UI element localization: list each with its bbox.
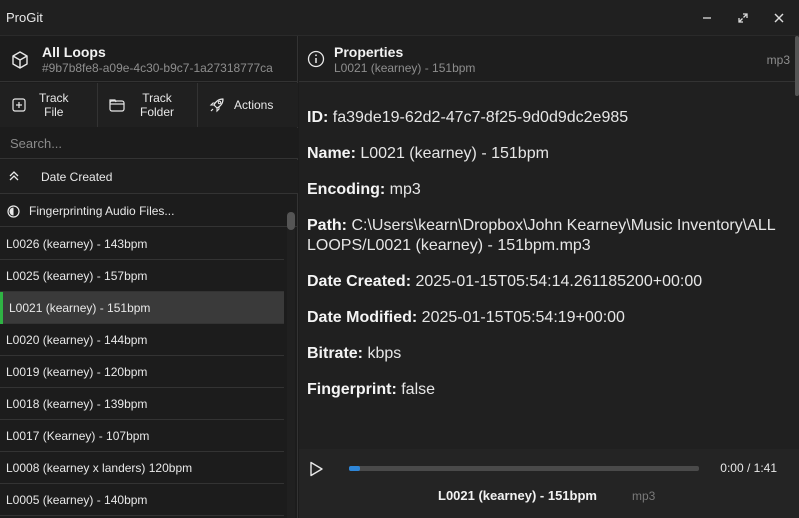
property-value: false xyxy=(401,381,436,398)
property-value: L0021 (kearney) - 151bpm xyxy=(360,145,549,162)
property-label: Fingerprint: xyxy=(307,381,397,398)
file-list: L0026 (kearney) - 143bpm L0025 (kearney)… xyxy=(0,228,284,518)
library-id: #9b7b8fe8-a09e-4c30-b9c7-1a27318777ca xyxy=(42,61,273,75)
property-label: Path: xyxy=(307,217,347,234)
file-name: L0018 (kearney) - 139bpm xyxy=(6,397,148,411)
property-value: fa39de19-62d2-47c7-8f25-9d0d9dc2e985 xyxy=(332,109,629,126)
properties-list: ID: fa39de19-62d2-47c7-8f25-9d0d9dc2e985… xyxy=(307,108,787,416)
properties-header: Properties L0021 (kearney) - 151bpm mp3 xyxy=(299,36,799,82)
scroll-track xyxy=(287,212,295,518)
file-name: L0017 (Kearney) - 107bpm xyxy=(6,429,150,443)
file-name: L0005 (kearney) - 140bpm xyxy=(6,493,148,507)
list-item[interactable]: L0017 (Kearney) - 107bpm xyxy=(0,420,284,452)
list-item[interactable]: L0020 (kearney) - 144bpm xyxy=(0,324,284,356)
add-file-icon xyxy=(11,97,27,113)
now-playing-title: L0021 (kearney) - 151bpm xyxy=(438,488,597,503)
track-file-label: Track File xyxy=(39,91,69,119)
title-bar: ProGit xyxy=(0,0,799,36)
search-input[interactable] xyxy=(0,128,298,158)
list-item[interactable]: L0026 (kearney) - 143bpm xyxy=(0,228,284,260)
app-title: ProGit xyxy=(6,10,43,25)
property-label: Bitrate: xyxy=(307,345,364,362)
list-item[interactable]: L0005 (kearney) - 140bpm xyxy=(0,484,284,516)
file-name: L0008 (kearney x landers) 120bpm xyxy=(6,461,193,475)
property-value: 2025-01-15T05:54:19+00:00 xyxy=(421,309,625,326)
property-value: kbps xyxy=(367,345,402,362)
property-id: ID: fa39de19-62d2-47c7-8f25-9d0d9dc2e985 xyxy=(307,108,787,128)
audio-player: 0:00 / 1:41 L0021 (kearney) - 151bpm mp3 xyxy=(299,449,799,518)
list-item[interactable]: L0018 (kearney) - 139bpm xyxy=(0,388,284,420)
maximize-icon xyxy=(738,13,748,23)
property-value: 2025-01-15T05:54:14.261185200+00:00 xyxy=(415,273,703,290)
property-path: Path: C:\Users\kearn\Dropbox\John Kearne… xyxy=(307,216,787,256)
folder-icon xyxy=(109,97,125,113)
library-header: All Loops #9b7b8fe8-a09e-4c30-b9c7-1a273… xyxy=(0,36,298,82)
library-toolbar: Track File Track Folder Actions xyxy=(0,83,298,127)
property-encoding: Encoding: mp3 xyxy=(307,180,787,200)
property-bitrate: Bitrate: kbps xyxy=(307,344,787,364)
actions-button[interactable]: Actions xyxy=(198,83,298,127)
fingerprint-status: Fingerprinting Audio Files... xyxy=(0,196,298,227)
close-icon xyxy=(774,13,784,23)
list-item-selected[interactable]: L0021 (kearney) - 151bpm xyxy=(0,292,284,324)
list-item[interactable]: L0025 (kearney) - 157bpm xyxy=(0,260,284,292)
list-item[interactable]: L0019 (kearney) - 120bpm xyxy=(0,356,284,388)
property-date-modified: Date Modified: 2025-01-15T05:54:19+00:00 xyxy=(307,308,787,328)
track-folder-button[interactable]: Track Folder xyxy=(98,83,198,127)
file-name: L0026 (kearney) - 143bpm xyxy=(6,237,148,251)
file-name: L0020 (kearney) - 144bpm xyxy=(6,333,148,347)
library-panel: All Loops #9b7b8fe8-a09e-4c30-b9c7-1a273… xyxy=(0,36,298,518)
file-name: L0019 (kearney) - 120bpm xyxy=(6,365,148,379)
now-playing-extension: mp3 xyxy=(632,489,656,503)
property-name: Name: L0021 (kearney) - 151bpm xyxy=(307,144,787,164)
track-file-button[interactable]: Track File xyxy=(0,83,98,127)
scroll-thumb[interactable] xyxy=(287,212,295,230)
property-label: ID: xyxy=(307,109,329,126)
minimize-icon xyxy=(703,17,711,19)
file-name: L0021 (kearney) - 151bpm xyxy=(9,301,151,315)
chevrons-up-icon xyxy=(9,171,19,181)
property-label: Date Created: xyxy=(307,273,412,290)
search-box xyxy=(0,128,298,159)
property-fingerprint: Fingerprint: false xyxy=(307,380,787,400)
status-label: Fingerprinting Audio Files... xyxy=(29,204,175,218)
seek-bar[interactable] xyxy=(349,466,699,471)
property-date-created: Date Created: 2025-01-15T05:54:14.261185… xyxy=(307,272,787,292)
seek-bar-fill xyxy=(349,466,360,471)
property-value: C:\Users\kearn\Dropbox\John Kearney\Musi… xyxy=(307,217,776,254)
track-folder-label: Track Folder xyxy=(140,91,175,119)
close-button[interactable] xyxy=(761,0,797,36)
library-title: All Loops xyxy=(42,44,106,60)
list-scrollbar[interactable] xyxy=(284,212,298,518)
list-item[interactable]: L0008 (kearney x landers) 120bpm xyxy=(0,452,284,484)
property-value: mp3 xyxy=(389,181,421,198)
playback-time: 0:00 / 1:41 xyxy=(720,461,777,475)
progress-circle-icon xyxy=(7,205,20,218)
properties-extension: mp3 xyxy=(766,53,790,67)
properties-panel: Properties L0021 (kearney) - 151bpm mp3 … xyxy=(299,36,799,518)
actions-label: Actions xyxy=(234,98,274,112)
play-icon[interactable] xyxy=(307,460,325,478)
rocket-icon xyxy=(209,97,225,113)
property-label: Date Modified: xyxy=(307,309,418,326)
minimize-button[interactable] xyxy=(689,0,725,36)
cube-icon xyxy=(12,51,28,69)
property-label: Encoding: xyxy=(307,181,386,198)
sort-bar[interactable]: Date Created xyxy=(0,160,298,194)
properties-subtitle: L0021 (kearney) - 151bpm xyxy=(334,61,476,75)
file-name: L0025 (kearney) - 157bpm xyxy=(6,269,148,283)
properties-title: Properties xyxy=(334,44,404,60)
maximize-button[interactable] xyxy=(725,0,761,36)
info-icon xyxy=(307,50,325,68)
property-label: Name: xyxy=(307,145,356,162)
sort-label: Date Created xyxy=(41,170,113,184)
window-scrollbar[interactable] xyxy=(795,36,799,96)
